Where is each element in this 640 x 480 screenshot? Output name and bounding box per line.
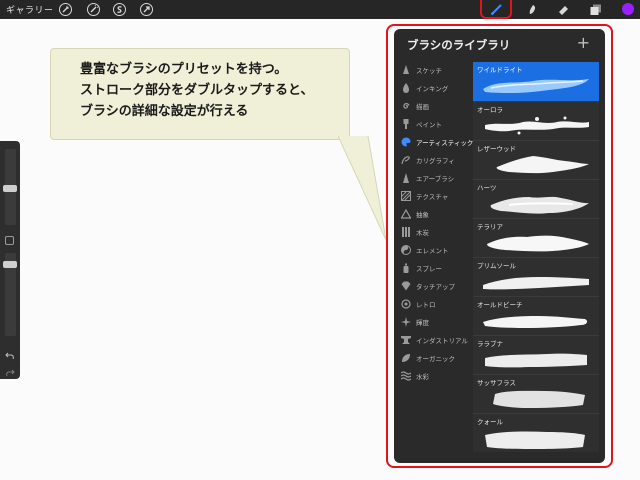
brush-stroke-preview [483,277,589,290]
category-calligraphy[interactable]: カリグラフィ [401,151,475,169]
category-organic[interactable]: オーガニック [401,349,475,367]
water-icon [401,371,411,381]
brush-item-wildlight[interactable]: ワイルドライト [473,62,599,101]
category-spray[interactable]: スプレー [401,259,475,277]
gallery-button[interactable]: ギャラリー [6,3,54,16]
active-tool-highlight [480,0,512,19]
spiral-icon [401,101,411,111]
pencil-icon [401,65,411,75]
brush-stroke-preview [483,79,589,94]
texture-icon [401,191,411,201]
brush-stroke-preview [485,116,589,135]
add-brush-button[interactable]: + [577,33,590,52]
brush-item-quoll[interactable]: クォール [473,413,599,452]
brush-stroke-preview [485,353,587,368]
panel-title: ブラシのライブラリ [407,38,511,52]
brush-item-plimsoll[interactable]: プリムソール [473,257,599,296]
brush-item-hearts[interactable]: ハーツ [473,179,599,218]
wrench-icon[interactable] [58,2,73,17]
modify-button[interactable] [5,236,14,245]
touchup-icon [401,281,411,291]
category-drawing[interactable]: 描画 [401,97,475,115]
yin-yang-icon [401,245,411,255]
airbrush-icon [401,173,411,183]
left-sidebar [0,141,20,379]
brush-item-lalabuna[interactable]: ララブナ [473,335,599,374]
category-luminance[interactable]: 輝度 [401,313,475,331]
brush-library-panel: ブラシのライブラリ + スケッチ インキング 描画 ペイント アーティスティック… [394,29,605,463]
retro-icon [401,299,411,309]
opacity-thumb[interactable] [3,261,17,268]
magic-wand-icon[interactable] [86,2,101,17]
category-industrial[interactable]: インダストリアル [401,331,475,349]
charcoal-icon [401,227,411,237]
category-charcoal[interactable]: 木炭 [401,223,475,241]
leaf-icon [401,353,411,363]
brush-stroke-preview [493,390,585,408]
brush-stroke-preview [490,196,589,214]
eraser-icon[interactable] [556,2,571,17]
calligraphy-icon [401,155,411,165]
brush-stroke-preview [496,156,589,174]
brush-item-terraria[interactable]: テラリア [473,218,599,257]
top-toolbar: ギャラリー [0,0,640,19]
opacity-slider[interactable] [3,253,17,336]
paint-brush-icon [401,119,411,129]
brush-item-sassafras[interactable]: サッサフラス [473,374,599,413]
brush-item-leatherwood[interactable]: レザーウッド [473,140,599,179]
category-watercolor[interactable]: 水彩 [401,367,475,385]
spray-can-icon [401,263,411,273]
category-artistic[interactable]: アーティスティック [401,133,475,151]
callout-line-2: ストローク部分をダブルタップすると、 [80,83,314,98]
brush-stroke-preview [485,431,585,449]
transform-arrow-icon[interactable] [139,2,154,17]
category-texture[interactable]: テクスチャ [401,187,475,205]
category-paint[interactable]: ペイント [401,115,475,133]
smudge-icon[interactable] [525,2,540,17]
brush-item-aurora[interactable]: オーロラ [473,101,599,140]
palette-icon [401,137,411,147]
callout-line-3: ブラシの詳細な設定が行える [80,104,249,119]
sparkle-icon [401,317,411,327]
layers-icon[interactable] [588,2,603,17]
brush-stroke-preview [487,235,589,252]
category-sketch[interactable]: スケッチ [401,61,475,79]
callout-line-1: 豊富なブラシのプリセットを持つ。 [80,62,288,77]
color-swatch[interactable] [622,3,634,15]
category-retro[interactable]: レトロ [401,295,475,313]
triangle-icon [401,209,411,219]
redo-icon[interactable] [5,363,15,382]
category-touchup[interactable]: タッチアップ [401,277,475,295]
category-abstract[interactable]: 抽象 [401,205,475,223]
selection-icon[interactable] [112,2,127,17]
brush-stroke-preview [483,316,588,328]
category-inking[interactable]: インキング [401,79,475,97]
brush-item-old-beach[interactable]: オールドビーチ [473,296,599,335]
brush-size-thumb[interactable] [3,185,17,192]
category-elements[interactable]: エレメント [401,241,475,259]
anvil-icon [401,335,411,345]
ink-drop-icon [401,83,411,93]
brush-size-slider[interactable] [3,149,17,225]
category-airbrush[interactable]: エアーブラシ [401,169,475,187]
